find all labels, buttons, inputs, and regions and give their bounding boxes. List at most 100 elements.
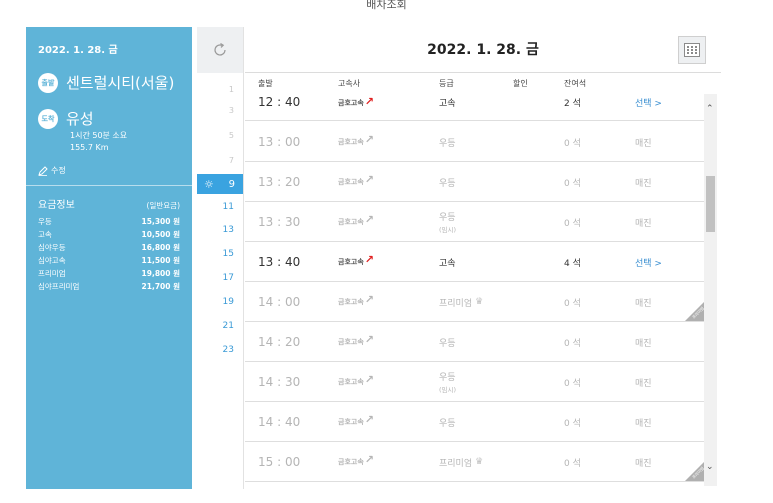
fare-price: 19,800 원 bbox=[141, 269, 180, 278]
grade-label: 우등 bbox=[439, 178, 456, 189]
calendar-button[interactable] bbox=[678, 36, 706, 64]
remaining-seats: 4 석 bbox=[564, 258, 581, 269]
departure-terminal: 센트럴시티(서울) bbox=[66, 74, 175, 92]
bus-grade: 우등 bbox=[439, 122, 456, 162]
calendar-icon bbox=[684, 43, 700, 57]
company-logo-icon: ↗ bbox=[364, 292, 374, 306]
arrival-badge: 도착 bbox=[38, 108, 58, 129]
fare-row: 우등 15,300 원 bbox=[38, 215, 180, 228]
trip-info: 1시간 50분 소요 155.7 Km bbox=[70, 130, 127, 154]
schedule-row[interactable]: 13 : 20 금호고속 ↗ 우등 0 석 매진 bbox=[245, 162, 707, 202]
fare-row: 심야고속 11,500 원 bbox=[38, 254, 180, 267]
panel-divider bbox=[26, 185, 192, 186]
hour-option[interactable]: 1 bbox=[229, 85, 234, 94]
remaining-seats: 2 석 bbox=[564, 99, 581, 109]
bus-company: 금호고속 ↗ bbox=[338, 162, 374, 202]
arrival-row: 도착 유성 bbox=[38, 108, 94, 129]
bus-grade: 프리미엄 ♛ bbox=[439, 442, 483, 482]
bus-grade: 우등 bbox=[439, 322, 456, 362]
departure-time: 14 : 20 bbox=[258, 335, 301, 349]
hour-option[interactable]: 21 bbox=[223, 321, 234, 331]
grade-label: 고속 bbox=[439, 99, 456, 109]
edit-route-label: 수정 bbox=[51, 166, 66, 175]
edit-route-button[interactable]: 수정 bbox=[38, 165, 66, 176]
crown-icon: ♛ bbox=[475, 457, 484, 467]
hour-filter-column: 1 3 5 7 ☼ 9 11 13 15 17 19 21 23 bbox=[197, 27, 244, 489]
fare-price: 11,500 원 bbox=[141, 256, 180, 265]
scroll-up-icon[interactable]: ⌃ bbox=[706, 104, 714, 114]
scroll-down-icon[interactable]: ⌄ bbox=[706, 462, 714, 472]
company-logo-icon: ↗ bbox=[364, 452, 374, 466]
departure-time: 13 : 30 bbox=[258, 215, 301, 229]
company-logo-icon: ↗ bbox=[364, 132, 374, 146]
schedule-row[interactable]: 13 : 30 금호고속 ↗ 우등 (임시) 0 석 매진 bbox=[245, 202, 707, 242]
fare-grade: 심야프리미엄 bbox=[38, 282, 80, 291]
hour-option[interactable]: 23 bbox=[223, 345, 234, 355]
schedule-row[interactable]: 12 : 40 금호고속 ↗ 고속 2 석 선택 > bbox=[245, 82, 707, 121]
bus-company-name: 금호고속 bbox=[338, 138, 364, 146]
bus-company: 금호고속 ↗ bbox=[338, 202, 374, 242]
fare-title: 요금정보 bbox=[38, 200, 75, 211]
bus-grade: 우등 bbox=[439, 402, 456, 442]
company-logo-icon: ↗ bbox=[364, 252, 374, 266]
grade-label: 프리미엄 bbox=[439, 458, 473, 469]
departure-time: 14 : 00 bbox=[258, 295, 301, 309]
grade-sub-label: (임시) bbox=[439, 226, 457, 234]
trip-distance: 155.7 Km bbox=[70, 143, 109, 152]
bus-company-name: 금호고속 bbox=[338, 338, 364, 346]
bus-company-name: 금호고속 bbox=[338, 298, 364, 306]
fare-price: 10,500 원 bbox=[141, 230, 180, 239]
select-button[interactable]: 선택 > bbox=[635, 82, 662, 121]
route-date: 2022. 1. 28. 금 bbox=[38, 45, 118, 56]
company-logo-icon: ↗ bbox=[364, 412, 374, 426]
refresh-button[interactable] bbox=[197, 27, 243, 73]
sold-out-label: 매진 bbox=[635, 178, 652, 189]
schedule-row[interactable]: 13 : 00 금호고속 ↗ 우등 0 석 매진 bbox=[245, 122, 707, 162]
departure-time: 15 : 00 bbox=[258, 455, 301, 469]
remaining-seats: 0 석 bbox=[564, 178, 581, 189]
bus-company-name: 금호고속 bbox=[338, 218, 364, 226]
sold-out-label: 매진 bbox=[635, 458, 652, 469]
hour-option[interactable]: 13 bbox=[223, 225, 234, 235]
schedule-date-title: 2022. 1. 28. 금 bbox=[427, 42, 539, 58]
schedule-row[interactable]: 14 : 20 금호고속 ↗ 우등 0 석 매진 bbox=[245, 322, 707, 362]
grade-sub-label: (임시) bbox=[439, 386, 457, 394]
hour-option-selected[interactable]: ☼ 9 bbox=[197, 174, 243, 194]
refresh-icon bbox=[214, 42, 226, 56]
fare-price: 21,700 원 bbox=[141, 282, 180, 291]
hour-option[interactable]: 15 bbox=[223, 249, 234, 259]
sold-out-label: 매진 bbox=[635, 378, 652, 389]
scrollbar-thumb[interactable] bbox=[706, 176, 715, 232]
select-button[interactable]: 선택 > bbox=[635, 242, 662, 282]
bus-company-name: 금호고속 bbox=[338, 99, 364, 107]
bus-grade: 고속 bbox=[439, 82, 456, 121]
schedule-row[interactable]: 14 : 30 금호고속 ↗ 우등 (임시) 0 석 매진 bbox=[245, 362, 707, 402]
schedule-row[interactable]: 15 : 00 금호고속 ↗ 프리미엄 ♛ 0 석 매진 프리미엄 bbox=[245, 442, 707, 482]
bus-grade: 우등 bbox=[439, 162, 456, 202]
selected-hour-label: 9 bbox=[228, 178, 235, 190]
hour-option[interactable]: 5 bbox=[229, 131, 234, 140]
hour-option[interactable]: 19 bbox=[223, 297, 234, 307]
remaining-seats: 0 석 bbox=[564, 458, 581, 469]
schedule-row[interactable]: 14 : 00 금호고속 ↗ 프리미엄 ♛ 0 석 매진 프리미엄 bbox=[245, 282, 707, 322]
schedule-header: 2022. 1. 28. 금 bbox=[245, 27, 721, 73]
hour-option[interactable]: 7 bbox=[229, 156, 234, 165]
bus-grade: 프리미엄 ♛ bbox=[439, 282, 483, 322]
schedule-row[interactable]: 14 : 40 금호고속 ↗ 우등 0 석 매진 bbox=[245, 402, 707, 442]
trip-duration: 1시간 50분 소요 bbox=[70, 131, 128, 140]
remaining-seats: 0 석 bbox=[564, 138, 581, 149]
schedule-row[interactable]: 13 : 40 금호고속 ↗ 고속 4 석 선택 > bbox=[245, 242, 707, 282]
fare-row: 심야우등 16,800 원 bbox=[38, 241, 180, 254]
fare-grade: 프리미엄 bbox=[38, 269, 66, 278]
sun-icon: ☼ bbox=[204, 177, 214, 191]
bus-company: 금호고속 ↗ bbox=[338, 82, 374, 121]
bus-company: 금호고속 ↗ bbox=[338, 122, 374, 162]
schedule-scrollbar[interactable]: ⌃ ⌄ bbox=[704, 94, 717, 486]
hour-option[interactable]: 3 bbox=[229, 106, 234, 115]
hour-option[interactable]: 17 bbox=[223, 273, 234, 283]
hour-option[interactable]: 11 bbox=[223, 202, 234, 212]
company-logo-icon: ↗ bbox=[364, 372, 374, 386]
company-logo-icon: ↗ bbox=[364, 212, 374, 226]
departure-time: 13 : 40 bbox=[258, 255, 301, 269]
fare-header: 요금정보 (일반요금) bbox=[38, 196, 180, 211]
